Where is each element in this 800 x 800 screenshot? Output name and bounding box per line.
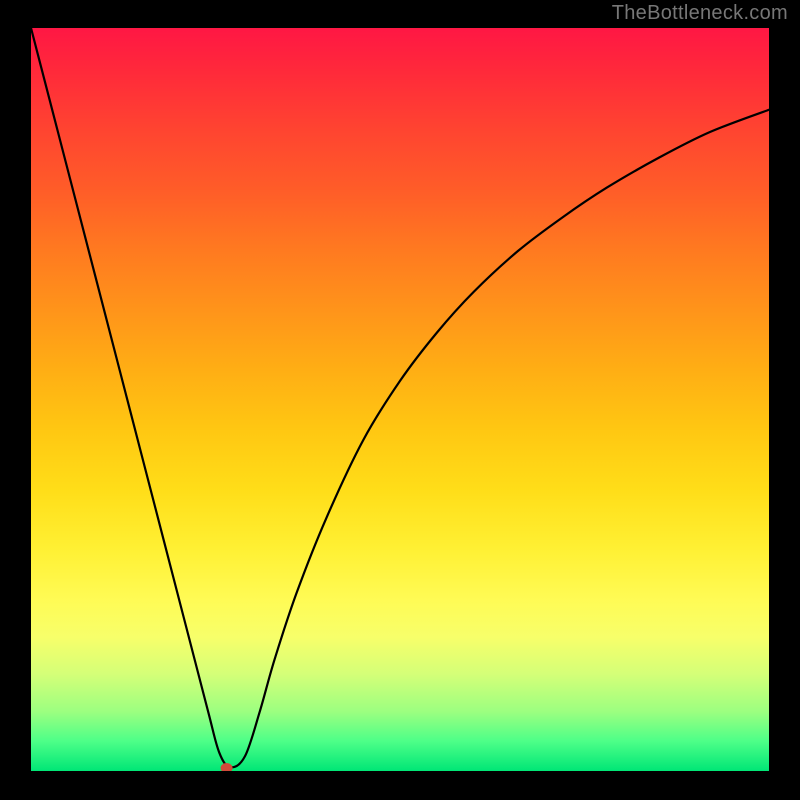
curve-svg [31, 28, 769, 771]
plot-area [31, 28, 769, 771]
minimum-marker [221, 763, 233, 771]
bottleneck-curve [31, 28, 769, 767]
watermark-text: TheBottleneck.com [612, 2, 788, 25]
chart-container: TheBottleneck.com [0, 0, 800, 800]
